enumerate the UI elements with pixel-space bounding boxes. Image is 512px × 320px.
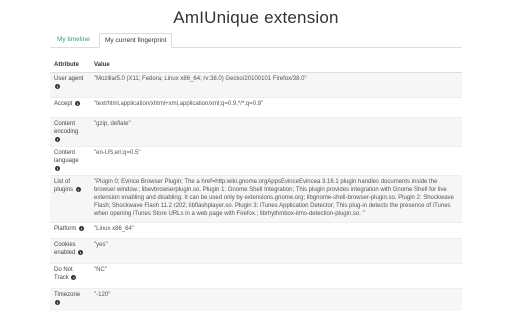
info-icon[interactable]: i <box>71 274 77 280</box>
table-row: User agent i "Mozilla/5.0 (X11; Fedora; … <box>50 72 462 98</box>
attribute-label: Do Not Track <box>54 267 73 281</box>
tab-bar: My timeline My current fingerprint <box>50 33 462 48</box>
value-cell: "Linux x86_64" <box>90 222 462 239</box>
table-row: Content encoding i "gzip, deflate" <box>50 117 462 147</box>
value-cell: "yes" <box>90 238 462 264</box>
table-row: Content language i "en-US,en;q=0.5" <box>50 146 462 176</box>
table-row: Timezone i "-120" <box>50 288 462 311</box>
value-cell: "Plugin 0: Evince Browser Plugin; The a … <box>90 175 462 223</box>
attribute-label: Content encoding <box>54 121 79 135</box>
attribute-label: Cookies enabled <box>54 242 76 256</box>
column-header-value: Value <box>90 58 462 73</box>
value-cell: "Mozilla/5.0 (X11; Fedora; Linux x86_64;… <box>90 72 462 98</box>
info-icon[interactable]: i <box>55 83 60 89</box>
info-icon[interactable]: i <box>79 225 85 231</box>
fingerprint-table: Attribute Value User agent i "Mozilla/5.… <box>50 58 462 311</box>
attribute-label: Timezone <box>54 292 81 298</box>
table-row: Do Not Track i "NC" <box>50 263 462 289</box>
attribute-cell: Do Not Track i <box>50 263 90 289</box>
value-cell: "gzip, deflate" <box>90 117 462 147</box>
attribute-label: List of plugins <box>54 179 74 193</box>
attribute-cell: User agent i <box>50 72 90 98</box>
table-row: Cookies enabled i "yes" <box>50 238 462 264</box>
table-row: List of plugins i "Plugin 0: Evince Brow… <box>50 175 462 223</box>
attribute-label: Accept <box>54 101 73 107</box>
attribute-cell: List of plugins i <box>50 175 90 223</box>
info-icon[interactable]: i <box>55 165 60 171</box>
attribute-cell: Platform i <box>50 222 90 239</box>
page-title: AmIUnique extension <box>173 8 339 27</box>
table-row: Platform i "Linux x86_64" <box>50 222 462 239</box>
value-cell: "text/html,application/xhtml+xml,applica… <box>90 97 462 118</box>
tab-my-current-fingerprint[interactable]: My current fingerprint <box>99 33 173 48</box>
value-cell: "en-US,en;q=0.5" <box>90 146 462 176</box>
info-icon[interactable]: i <box>55 136 60 142</box>
value-cell: "-120" <box>90 288 462 311</box>
attribute-cell: Content language i <box>50 146 90 176</box>
info-icon[interactable]: i <box>55 299 60 305</box>
info-icon[interactable]: i <box>75 100 81 106</box>
attribute-cell: Accept i <box>50 97 90 118</box>
attribute-cell: Content encoding i <box>50 117 90 147</box>
attribute-label: Content language <box>54 150 79 164</box>
table-row: Accept i "text/html,application/xhtml+xm… <box>50 97 462 118</box>
attribute-label: Platform <box>54 226 77 232</box>
attribute-cell: Cookies enabled i <box>50 238 90 264</box>
info-icon[interactable]: i <box>75 186 81 192</box>
tab-my-timeline[interactable]: My timeline <box>52 33 95 47</box>
table-header-row: Attribute Value <box>50 58 462 73</box>
column-header-attribute: Attribute <box>50 58 90 73</box>
attribute-label: User agent <box>54 76 84 82</box>
info-icon[interactable]: i <box>78 249 84 255</box>
attribute-cell: Timezone i <box>50 288 90 311</box>
value-cell: "NC" <box>90 263 462 289</box>
